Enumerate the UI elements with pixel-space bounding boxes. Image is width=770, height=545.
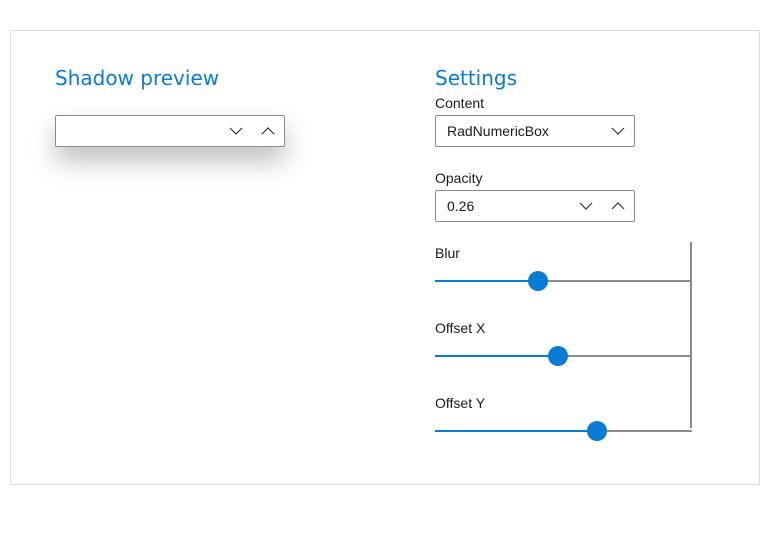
opacity-decrease-button[interactable]	[570, 191, 602, 221]
chevron-up-icon	[261, 127, 275, 135]
offset-x-thumb[interactable]	[548, 346, 569, 366]
preview-increase-button[interactable]	[252, 116, 284, 146]
content-combobox[interactable]: RadNumericBox	[435, 115, 635, 147]
offset-x-track-fill	[435, 355, 559, 357]
offset-x-slider[interactable]	[435, 344, 692, 368]
blur-label: Blur	[435, 245, 460, 261]
offset-y-label: Offset Y	[435, 395, 486, 411]
opacity-numeric-box[interactable]: 0.26	[435, 190, 635, 222]
offset-x-label: Offset X	[435, 320, 486, 336]
content-selected-value: RadNumericBox	[447, 123, 549, 139]
preview-title: Shadow preview	[55, 66, 220, 90]
blur-track-fill	[435, 280, 538, 282]
content-label: Content	[435, 95, 485, 111]
offset-y-track-fill	[435, 430, 597, 432]
offset-y-slider[interactable]	[435, 419, 692, 443]
opacity-value[interactable]: 0.26	[436, 198, 570, 214]
vertical-slider-track[interactable]	[690, 242, 692, 428]
preview-numeric-box[interactable]	[55, 115, 285, 147]
chevron-up-icon	[611, 202, 625, 210]
settings-title: Settings	[435, 66, 518, 90]
chevron-down-icon	[579, 202, 593, 210]
blur-slider[interactable]	[435, 269, 692, 293]
opacity-increase-button[interactable]	[602, 191, 634, 221]
preview-decrease-button[interactable]	[220, 116, 252, 146]
chevron-down-icon	[229, 127, 243, 135]
chevron-down-icon	[611, 127, 625, 135]
offset-y-thumb[interactable]	[586, 421, 607, 441]
opacity-label: Opacity	[435, 170, 483, 186]
main-panel	[10, 30, 760, 485]
content-dropdown-button[interactable]	[602, 116, 634, 146]
blur-thumb[interactable]	[527, 271, 548, 291]
